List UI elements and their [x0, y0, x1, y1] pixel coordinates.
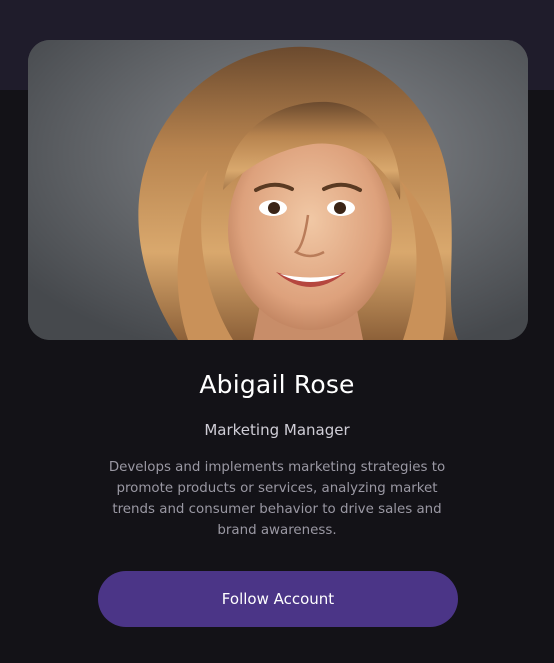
profile-card: Abigail Rose Marketing Manager Develops … [0, 0, 554, 663]
profile-role: Marketing Manager [204, 421, 350, 439]
follow-account-button[interactable]: Follow Account [98, 571, 458, 627]
portrait-image [28, 40, 528, 340]
profile-name: Abigail Rose [199, 370, 355, 399]
profile-photo [28, 40, 528, 340]
profile-bio: Develops and implements marketing strate… [108, 460, 446, 538]
